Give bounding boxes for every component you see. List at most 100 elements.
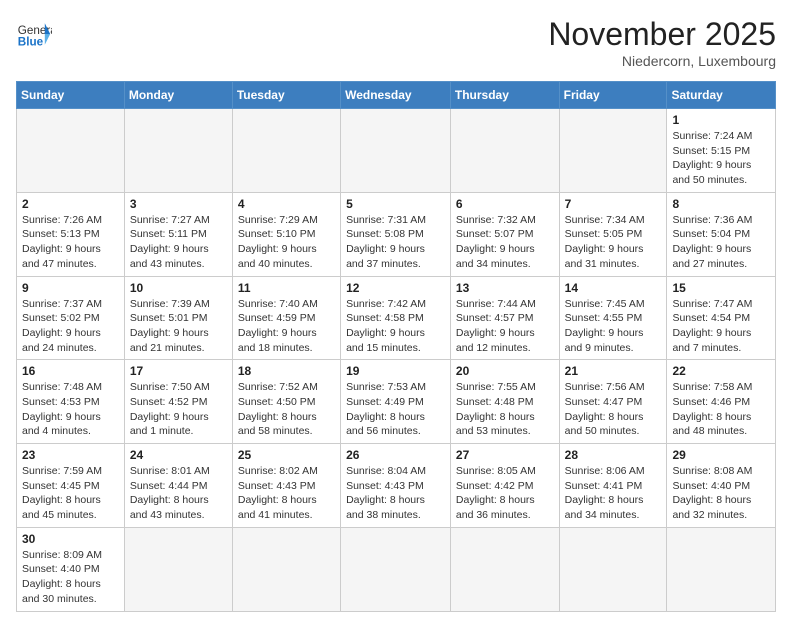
- calendar-cell: 20Sunrise: 7:55 AM Sunset: 4:48 PM Dayli…: [450, 360, 559, 444]
- day-info: Sunrise: 8:05 AM Sunset: 4:42 PM Dayligh…: [456, 464, 554, 523]
- day-number: 13: [456, 281, 554, 295]
- day-number: 9: [22, 281, 119, 295]
- day-number: 28: [565, 448, 662, 462]
- calendar-cell: 22Sunrise: 7:58 AM Sunset: 4:46 PM Dayli…: [667, 360, 776, 444]
- day-number: 2: [22, 197, 119, 211]
- calendar-week-row: 23 Sunrise: 7:59 AM Sunset: 4:45 PM Dayli…: [17, 444, 776, 528]
- day-number: 1: [672, 113, 770, 127]
- day-number: 25: [238, 448, 335, 462]
- day-number: 5: [346, 197, 445, 211]
- calendar-cell: 18 Sunrise: 7:52 AM Sunset: 4:50 PM Dayli…: [232, 360, 340, 444]
- day-number: 6: [456, 197, 554, 211]
- month-title: November 2025: [548, 16, 776, 53]
- calendar-week-row: 16 Sunrise: 7:48 AM Sunset: 4:53 PM Dayli…: [17, 360, 776, 444]
- calendar-week-row: 1 Sunrise: 7:24 AM Sunset: 5:15 PM Daylig…: [17, 109, 776, 193]
- calendar-week-row: 2 Sunrise: 7:26 AM Sunset: 5:13 PM Daylig…: [17, 192, 776, 276]
- day-info: Sunrise: 7:53 AM Sunset: 4:49 PM Dayligh…: [346, 380, 445, 439]
- day-of-week-header: Wednesday: [341, 82, 451, 109]
- day-number: 24: [130, 448, 227, 462]
- calendar-cell: 25 Sunrise: 8:02 AM Sunset: 4:43 PM Dayli…: [232, 444, 340, 528]
- calendar-cell: 24Sunrise: 8:01 AM Sunset: 4:44 PM Dayli…: [124, 444, 232, 528]
- day-info: Sunrise: 7:55 AM Sunset: 4:48 PM Dayligh…: [456, 380, 554, 439]
- day-info: Sunrise: 7:31 AM Sunset: 5:08 PM Dayligh…: [346, 213, 445, 272]
- calendar-cell: 9 Sunrise: 7:37 AM Sunset: 5:02 PM Daylig…: [17, 276, 125, 360]
- day-number: 18: [238, 364, 335, 378]
- calendar-cell: 7 Sunrise: 7:34 AM Sunset: 5:05 PM Daylig…: [559, 192, 667, 276]
- calendar-cell: [124, 527, 232, 611]
- calendar-header-row: SundayMondayTuesdayWednesdayThursdayFrid…: [17, 82, 776, 109]
- day-number: 4: [238, 197, 335, 211]
- day-info: Sunrise: 7:34 AM Sunset: 5:05 PM Dayligh…: [565, 213, 662, 272]
- calendar-week-row: 9 Sunrise: 7:37 AM Sunset: 5:02 PM Daylig…: [17, 276, 776, 360]
- day-info: Sunrise: 8:09 AM Sunset: 4:40 PM Dayligh…: [22, 548, 119, 607]
- calendar-cell: 16 Sunrise: 7:48 AM Sunset: 4:53 PM Dayli…: [17, 360, 125, 444]
- day-info: Sunrise: 8:02 AM Sunset: 4:43 PM Dayligh…: [238, 464, 335, 523]
- day-info: Sunrise: 7:56 AM Sunset: 4:47 PM Dayligh…: [565, 380, 662, 439]
- day-number: 23: [22, 448, 119, 462]
- day-info: Sunrise: 7:45 AM Sunset: 4:55 PM Dayligh…: [565, 297, 662, 356]
- calendar-cell: 26Sunrise: 8:04 AM Sunset: 4:43 PM Dayli…: [341, 444, 451, 528]
- day-info: Sunrise: 8:04 AM Sunset: 4:43 PM Dayligh…: [346, 464, 445, 523]
- calendar-cell: 6 Sunrise: 7:32 AM Sunset: 5:07 PM Daylig…: [450, 192, 559, 276]
- calendar-cell: 30 Sunrise: 8:09 AM Sunset: 4:40 PM Dayli…: [17, 527, 125, 611]
- day-info: Sunrise: 7:37 AM Sunset: 5:02 PM Dayligh…: [22, 297, 119, 356]
- title-block: November 2025 Niedercorn, Luxembourg: [548, 16, 776, 69]
- day-info: Sunrise: 7:44 AM Sunset: 4:57 PM Dayligh…: [456, 297, 554, 356]
- calendar-cell: [559, 109, 667, 193]
- day-info: Sunrise: 7:48 AM Sunset: 4:53 PM Dayligh…: [22, 380, 119, 439]
- logo-icon: General Blue: [16, 16, 52, 52]
- calendar-week-row: 30 Sunrise: 8:09 AM Sunset: 4:40 PM Dayli…: [17, 527, 776, 611]
- day-number: 17: [130, 364, 227, 378]
- day-of-week-header: Tuesday: [232, 82, 340, 109]
- day-number: 19: [346, 364, 445, 378]
- day-number: 12: [346, 281, 445, 295]
- calendar-cell: [667, 527, 776, 611]
- calendar-cell: 28 Sunrise: 8:06 AM Sunset: 4:41 PM Dayli…: [559, 444, 667, 528]
- day-info: Sunrise: 7:52 AM Sunset: 4:50 PM Dayligh…: [238, 380, 335, 439]
- calendar-cell: [17, 109, 125, 193]
- day-info: Sunrise: 7:40 AM Sunset: 4:59 PM Dayligh…: [238, 297, 335, 356]
- day-number: 10: [130, 281, 227, 295]
- day-info: Sunrise: 7:26 AM Sunset: 5:13 PM Dayligh…: [22, 213, 119, 272]
- calendar-cell: 12 Sunrise: 7:42 AM Sunset: 4:58 PM Dayli…: [341, 276, 451, 360]
- calendar-cell: [450, 109, 559, 193]
- day-of-week-header: Friday: [559, 82, 667, 109]
- calendar-cell: 17Sunrise: 7:50 AM Sunset: 4:52 PM Dayli…: [124, 360, 232, 444]
- day-of-week-header: Thursday: [450, 82, 559, 109]
- calendar-cell: [232, 109, 340, 193]
- calendar-cell: 8Sunrise: 7:36 AM Sunset: 5:04 PM Daylig…: [667, 192, 776, 276]
- day-info: Sunrise: 7:47 AM Sunset: 4:54 PM Dayligh…: [672, 297, 770, 356]
- day-info: Sunrise: 7:36 AM Sunset: 5:04 PM Dayligh…: [672, 213, 770, 272]
- day-number: 3: [130, 197, 227, 211]
- calendar-cell: 29Sunrise: 8:08 AM Sunset: 4:40 PM Dayli…: [667, 444, 776, 528]
- calendar-cell: 15Sunrise: 7:47 AM Sunset: 4:54 PM Dayli…: [667, 276, 776, 360]
- day-info: Sunrise: 7:59 AM Sunset: 4:45 PM Dayligh…: [22, 464, 119, 523]
- calendar-cell: 19 Sunrise: 7:53 AM Sunset: 4:49 PM Dayli…: [341, 360, 451, 444]
- day-info: Sunrise: 7:29 AM Sunset: 5:10 PM Dayligh…: [238, 213, 335, 272]
- calendar-table: SundayMondayTuesdayWednesdayThursdayFrid…: [16, 81, 776, 612]
- calendar-cell: 1 Sunrise: 7:24 AM Sunset: 5:15 PM Daylig…: [667, 109, 776, 193]
- day-info: Sunrise: 8:06 AM Sunset: 4:41 PM Dayligh…: [565, 464, 662, 523]
- page-header: General Blue November 2025 Niedercorn, L…: [16, 16, 776, 69]
- calendar-cell: 23 Sunrise: 7:59 AM Sunset: 4:45 PM Dayli…: [17, 444, 125, 528]
- calendar-cell: 2 Sunrise: 7:26 AM Sunset: 5:13 PM Daylig…: [17, 192, 125, 276]
- day-of-week-header: Sunday: [17, 82, 125, 109]
- day-number: 14: [565, 281, 662, 295]
- day-number: 11: [238, 281, 335, 295]
- day-number: 30: [22, 532, 119, 546]
- day-of-week-header: Monday: [124, 82, 232, 109]
- calendar-cell: 10Sunrise: 7:39 AM Sunset: 5:01 PM Dayli…: [124, 276, 232, 360]
- svg-text:Blue: Blue: [18, 36, 44, 49]
- calendar-cell: 11 Sunrise: 7:40 AM Sunset: 4:59 PM Dayli…: [232, 276, 340, 360]
- calendar-cell: 4 Sunrise: 7:29 AM Sunset: 5:10 PM Daylig…: [232, 192, 340, 276]
- calendar-cell: 21Sunrise: 7:56 AM Sunset: 4:47 PM Dayli…: [559, 360, 667, 444]
- calendar-cell: 13 Sunrise: 7:44 AM Sunset: 4:57 PM Dayli…: [450, 276, 559, 360]
- day-number: 16: [22, 364, 119, 378]
- day-number: 7: [565, 197, 662, 211]
- day-info: Sunrise: 7:58 AM Sunset: 4:46 PM Dayligh…: [672, 380, 770, 439]
- day-info: Sunrise: 7:42 AM Sunset: 4:58 PM Dayligh…: [346, 297, 445, 356]
- day-info: Sunrise: 7:24 AM Sunset: 5:15 PM Dayligh…: [672, 129, 770, 188]
- calendar-cell: 14 Sunrise: 7:45 AM Sunset: 4:55 PM Dayli…: [559, 276, 667, 360]
- day-info: Sunrise: 7:32 AM Sunset: 5:07 PM Dayligh…: [456, 213, 554, 272]
- day-info: Sunrise: 8:08 AM Sunset: 4:40 PM Dayligh…: [672, 464, 770, 523]
